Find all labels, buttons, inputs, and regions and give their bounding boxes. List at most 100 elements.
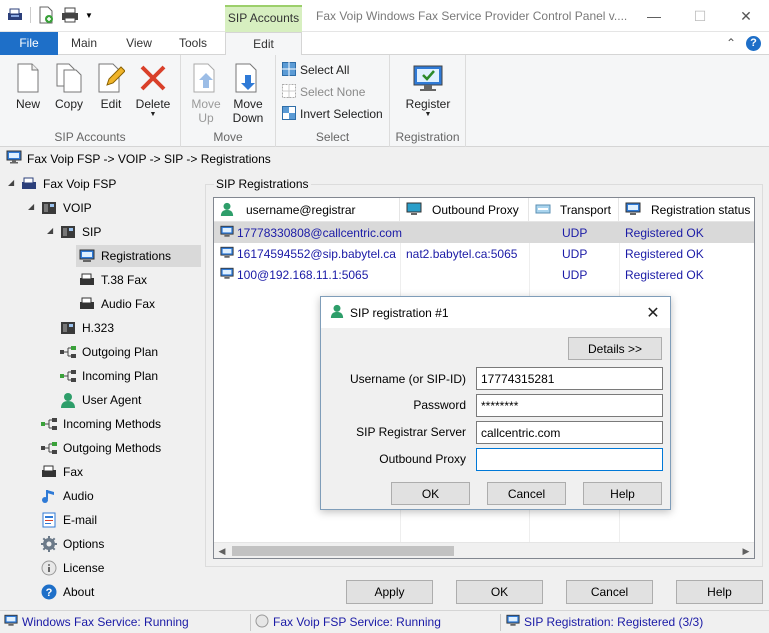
toolbar-divider [30,7,31,23]
tab-main[interactable]: Main [62,32,106,55]
tab-tools[interactable]: Tools [172,32,214,55]
table-row[interactable]: 100@192.168.11.1:5065 UDP Registered OK [214,264,754,285]
select-none-label: Select None [300,85,366,99]
tree-item-audio-fax[interactable]: Audio Fax [78,293,155,315]
table-row[interactable]: 17778330808@callcentric.com UDP Register… [214,222,754,243]
column-header-registration-status[interactable]: Registration status [619,198,754,222]
dialog-close-button[interactable]: ✕ [638,297,668,328]
tree-item-label: T.38 Fax [101,273,148,287]
cell-proxy: nat2.babytel.ca:5065 [406,246,518,261]
tree-item-incoming-plan[interactable]: Incoming Plan [59,365,158,387]
select-all-button[interactable]: Select All [282,60,349,80]
delete-button[interactable]: Delete ▼ [131,59,175,119]
close-button[interactable]: ✕ [723,0,769,32]
register-button[interactable]: Register ▼ [400,59,456,119]
help-icon: ? [40,583,58,601]
tab-file[interactable]: File [0,32,58,55]
routing-methods-icon [40,439,58,457]
scroll-left-arrow-icon[interactable]: ◀ [214,543,230,558]
fax-machine-icon[interactable] [6,6,24,24]
tree-item-outgoing-plan[interactable]: Outgoing Plan [59,341,158,363]
column-header-username[interactable]: username@registrar [214,198,400,222]
new-document-icon[interactable] [37,6,55,24]
move-up-button[interactable]: Move Up [184,59,228,125]
monitor-icon [220,267,234,283]
new-document-icon [12,61,44,95]
monitor-icon [78,247,96,265]
column-header-transport[interactable]: Transport [529,198,619,222]
outbound-proxy-label: Outbound Proxy [379,452,466,466]
tab-edit[interactable]: Edit [225,32,302,56]
status-bar: Windows Fax Service: Running Fax Voip FS… [0,610,769,633]
printer-icon[interactable] [61,6,79,24]
tree-item-fax[interactable]: Fax [40,461,83,483]
monitor-icon [220,246,234,262]
ribbon-group-select: Select All Select None Invert Selection … [276,55,390,147]
username-field[interactable]: 17774315281 [476,367,663,390]
cell-transport: UDP [562,225,588,240]
copy-button[interactable]: Copy [47,59,91,111]
password-field[interactable]: ******** [476,394,663,417]
tree-item-t38-fax[interactable]: T.38 Fax [78,269,147,291]
tree-item-user-agent[interactable]: User Agent [59,389,141,411]
help-icon[interactable]: ? [746,36,761,51]
tree-item-label: Audio [63,489,94,503]
tree-item-about[interactable]: ? About [40,581,94,603]
dialog-help-button[interactable]: Help [583,482,662,505]
fax-machine-icon [78,271,96,289]
apply-button[interactable]: Apply [346,580,433,604]
tab-view[interactable]: View [120,32,158,55]
tree-item-label: Fax Voip FSP [43,177,117,191]
help-button[interactable]: Help [676,580,763,604]
tree-item-incoming-methods[interactable]: Incoming Methods [40,413,161,435]
select-none-button[interactable]: Select None [282,82,365,102]
table-row[interactable]: 16174594552@sip.babytel.ca nat2.babytel.… [214,243,754,264]
ribbon-tab-strip: File Main View Tools Edit ⌃ ? [0,32,769,56]
monitor-icon [6,150,22,167]
collapse-arrow-icon[interactable]: ◢ [8,178,14,187]
tree-item-options[interactable]: Options [40,533,104,555]
outbound-proxy-field[interactable] [476,448,663,471]
status-fax-service: Windows Fax Service: Running [4,611,189,633]
cancel-button[interactable]: Cancel [566,580,653,604]
move-down-label-line2: Down [232,111,264,125]
collapse-arrow-icon[interactable]: ◢ [47,226,53,235]
tree-item-sip[interactable]: SIP [59,221,101,243]
scrollbar-thumb[interactable] [232,546,454,556]
panel-title: SIP Registrations [214,177,311,191]
group-label-select: Select [315,130,350,144]
collapse-arrow-icon[interactable]: ◢ [28,202,34,211]
cell-text: 16174594552@sip.babytel.ca [237,246,396,261]
details-button[interactable]: Details >> [568,337,662,360]
invert-selection-button[interactable]: Invert Selection [282,104,383,124]
tree-item-license[interactable]: License [40,557,104,579]
column-label: username@registrar [246,203,356,217]
edit-button[interactable]: Edit [89,59,133,111]
column-header-outbound-proxy[interactable]: Outbound Proxy [400,198,529,222]
dialog-cancel-button[interactable]: Cancel [487,482,566,505]
tree-item-fax-voip-fsp[interactable]: Fax Voip FSP [20,173,116,195]
tree-item-outgoing-methods[interactable]: Outgoing Methods [40,437,161,459]
collapse-ribbon-icon[interactable]: ⌃ [726,36,736,51]
tree-item-audio[interactable]: Audio [40,485,94,507]
maximize-button[interactable]: ☐ [677,0,723,32]
tree-item-h323[interactable]: H.323 [59,317,114,339]
tree-item-email[interactable]: E-mail [40,509,97,531]
sip-registrar-field[interactable]: callcentric.com [476,421,663,444]
move-down-icon [232,61,264,95]
minimize-button[interactable]: — [631,0,677,32]
tree-item-voip[interactable]: VOIP [40,197,92,219]
horizontal-scrollbar[interactable]: ◀ ▶ [214,542,754,558]
new-button[interactable]: New [6,59,50,111]
cell-status: Registered OK [625,246,704,261]
tree-item-label: License [63,561,105,575]
customize-dropdown-icon[interactable]: ▼ [85,6,93,24]
scroll-right-arrow-icon[interactable]: ▶ [738,543,754,558]
dialog-ok-button[interactable]: OK [391,482,470,505]
delete-x-icon [137,61,169,95]
move-down-button[interactable]: Move Down [226,59,270,125]
gear-icon [40,535,58,553]
tree-item-registrations[interactable]: Registrations [76,245,201,267]
copy-label: Copy [54,97,83,111]
ok-button[interactable]: OK [456,580,543,604]
